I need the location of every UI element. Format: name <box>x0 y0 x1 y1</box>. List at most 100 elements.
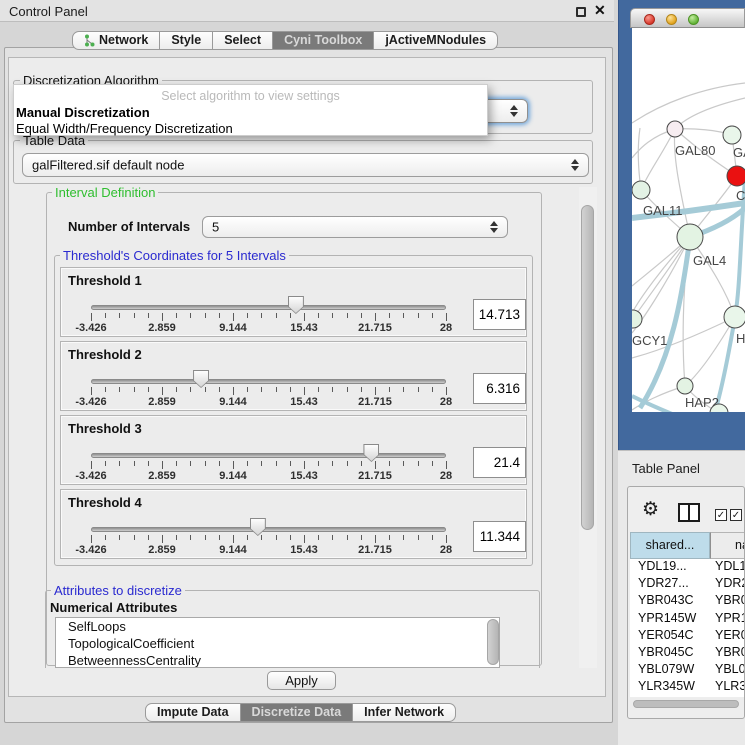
table-panel-title: Table Panel <box>632 461 700 476</box>
checkbox-icon[interactable]: ✓ <box>730 509 742 521</box>
tab-network[interactable]: Network <box>72 31 160 50</box>
table-rows[interactable]: YDL19...YDL1YDR27...YDR2YBR043CYBR0YPR14… <box>630 559 744 697</box>
threshold-value-field[interactable]: 6.316 <box>473 373 526 404</box>
tab-select[interactable]: Select <box>213 31 273 50</box>
settings-scroll-viewport: Interval Definition Number of Intervals … <box>13 187 577 668</box>
slider-thumb[interactable] <box>193 370 209 388</box>
slider-thumb[interactable] <box>363 444 379 462</box>
network-edge-highlighted <box>632 396 682 412</box>
network-node[interactable] <box>677 224 703 250</box>
menu-item-equal-width-frequency[interactable]: Equal Width/Frequency Discretization <box>16 121 233 136</box>
threshold-panel: Threshold 1 -3.4262.8599.14415.4321.7152… <box>60 267 527 337</box>
tab-style[interactable]: Style <box>160 31 213 50</box>
scale-label: 21.715 <box>358 396 392 408</box>
hscrollbar-thumb[interactable] <box>633 700 739 708</box>
threshold-slider[interactable] <box>91 305 446 310</box>
scale-label: 28 <box>440 470 452 482</box>
table-data-combo[interactable]: galFiltered.sif default node <box>22 153 589 177</box>
network-edge <box>641 129 675 190</box>
column-header-name[interactable]: na <box>710 532 745 559</box>
slider-thumb[interactable] <box>250 518 266 536</box>
table-row[interactable]: YER054CYER0 <box>630 628 744 645</box>
table-row[interactable]: YIL052CYIL0 <box>630 697 744 698</box>
network-node[interactable] <box>677 378 693 394</box>
table-row[interactable]: YPR145WYPR1 <box>630 611 744 628</box>
list-scrollbar-thumb[interactable] <box>487 619 499 665</box>
slider-scale-labels: -3.4262.8599.14415.4321.71528 <box>91 322 446 334</box>
network-node[interactable] <box>632 181 650 199</box>
tab-impute-data[interactable]: Impute Data <box>145 703 241 722</box>
minimize-traffic-light[interactable] <box>666 14 677 25</box>
threshold-value-field[interactable]: 11.344 <box>473 521 526 552</box>
numerical-attributes-list[interactable]: SelfLoopsTopologicalCoefficientBetweenne… <box>55 617 500 668</box>
slider-scale-labels: -3.4262.8599.14415.4321.71528 <box>91 470 446 482</box>
threshold-slider[interactable] <box>91 453 446 458</box>
attribute-item[interactable]: BetweennessCentrality <box>56 652 499 668</box>
split-columns-icon[interactable] <box>678 503 700 522</box>
threshold-value-field[interactable]: 14.713 <box>473 299 526 330</box>
apply-button[interactable]: Apply <box>267 671 336 690</box>
attribute-item[interactable]: TopologicalCoefficient <box>56 635 499 652</box>
table-header-row: shared... na <box>630 532 745 559</box>
table-hscrollbar[interactable] <box>630 698 744 710</box>
scale-label: 9.144 <box>219 544 247 556</box>
network-icon <box>84 34 95 47</box>
node-label: C <box>736 188 745 203</box>
threshold-value-field[interactable]: 21.4 <box>473 447 526 478</box>
interval-definition-title: Interval Definition <box>52 187 158 200</box>
table-row[interactable]: YDL19...YDL1 <box>630 559 744 576</box>
network-node[interactable] <box>724 306 745 328</box>
attribute-item[interactable]: SelfLoops <box>56 618 499 635</box>
checkbox-icon[interactable]: ✓ <box>715 509 727 521</box>
table-row[interactable]: YBR045CYBR0 <box>630 645 744 662</box>
network-node[interactable] <box>632 310 642 328</box>
tab-discretize-data[interactable]: Discretize Data <box>241 703 354 722</box>
scale-label: -3.426 <box>75 470 106 482</box>
network-node[interactable] <box>727 166 745 186</box>
scale-label: -3.426 <box>75 322 106 334</box>
cyni-mode-tabs: Impute Data Discretize Data Infer Networ… <box>145 703 456 722</box>
network-window-titlebar <box>630 8 745 28</box>
scale-label: 2.859 <box>148 544 176 556</box>
table-row[interactable]: YBL079WYBL0 <box>630 662 744 679</box>
threshold-panel: Threshold 3 -3.4262.8599.14415.4321.7152… <box>60 415 527 485</box>
scale-label: 15.43 <box>290 544 318 556</box>
close-traffic-light[interactable] <box>644 14 655 25</box>
tab-cyni-toolbox[interactable]: Cyni Toolbox <box>273 31 374 50</box>
num-intervals-combo[interactable]: 5 <box>202 216 508 238</box>
control-panel-tabs: Network Style Select Cyni Toolbox jActiv… <box>72 31 498 50</box>
node-label: H <box>736 331 745 346</box>
network-node[interactable] <box>723 126 741 144</box>
combo-arrows-icon <box>510 105 518 117</box>
panel-scrollbar-thumb[interactable] <box>581 205 594 530</box>
slider-scale-labels: -3.4262.8599.14415.4321.71528 <box>91 544 446 556</box>
zoom-traffic-light[interactable] <box>688 14 699 25</box>
node-label: GCY1 <box>632 333 667 348</box>
column-header-shared-name[interactable]: shared... <box>630 532 710 559</box>
num-intervals-label: Number of Intervals <box>68 219 190 234</box>
scale-label: 28 <box>440 322 452 334</box>
scale-label: 2.859 <box>148 396 176 408</box>
scale-label: 15.43 <box>290 470 318 482</box>
tab-jactivemnodules[interactable]: jActiveMNodules <box>374 31 498 50</box>
slider-scale-labels: -3.4262.8599.14415.4321.71528 <box>91 396 446 408</box>
slider-thumb[interactable] <box>288 296 304 314</box>
network-node[interactable] <box>667 121 683 137</box>
table-row[interactable]: YLR345WYLR3 <box>630 679 744 696</box>
threshold-slider[interactable] <box>91 379 446 384</box>
node-label: GAL80 <box>675 143 715 158</box>
menu-item-manual-discretization[interactable]: Manual Discretization <box>16 105 150 120</box>
tab-infer-network[interactable]: Infer Network <box>353 703 456 722</box>
float-window-icon[interactable] <box>576 7 586 17</box>
close-icon[interactable]: ✕ <box>594 2 606 19</box>
scale-label: 28 <box>440 396 452 408</box>
table-row[interactable]: YDR27...YDR2 <box>630 576 744 593</box>
combo-arrows-icon <box>571 159 579 171</box>
threshold-slider[interactable] <box>91 527 446 532</box>
table-row[interactable]: YBR043CYBR0 <box>630 593 744 610</box>
scale-label: 2.859 <box>148 470 176 482</box>
scale-label: 9.144 <box>219 470 247 482</box>
network-canvas[interactable]: GAL80GACGAL11GAL4GCY1HHAP2 <box>632 28 745 412</box>
gear-icon[interactable]: ⚙ <box>642 500 659 519</box>
scale-label: 21.715 <box>358 322 392 334</box>
